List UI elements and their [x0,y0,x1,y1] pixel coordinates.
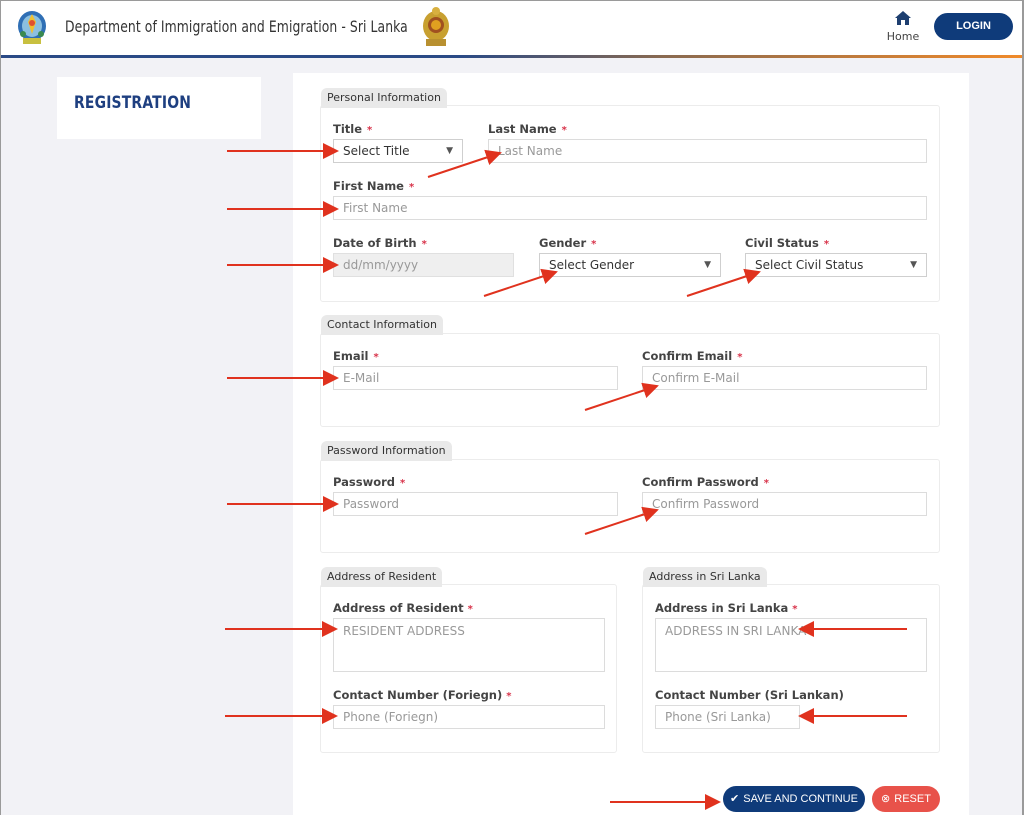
title-select[interactable]: Select Title ▼ [333,139,463,163]
first-name-input[interactable]: First Name [333,196,927,220]
reset-circle-icon: ⊗ [881,793,891,805]
email-label: Email * [333,349,379,363]
header-divider [1,55,1022,58]
chevron-down-icon: ▼ [446,146,453,156]
home-link[interactable]: Home [883,11,923,49]
resident-address-textarea[interactable]: RESIDENT ADDRESS [333,618,605,672]
password-label: Password * [333,475,406,489]
department-logo-icon [18,11,46,44]
home-icon [895,11,911,25]
sri-lanka-address-textarea[interactable]: ADDRESS IN SRI LANKA [655,618,927,672]
chevron-down-icon: ▼ [704,260,711,270]
last-name-label: Last Name * [488,122,567,136]
sri-lanka-phone-label: Contact Number (Sri Lankan) [655,688,844,702]
sidebar-card: REGISTRATION [57,77,261,139]
reset-button[interactable]: ⊗ RESET [872,786,940,812]
dob-label: Date of Birth * [333,236,427,250]
password-information-legend: Password Information [321,441,452,461]
dob-input[interactable]: dd/mm/yyyy [333,253,514,277]
site-title: Department of Immigration and Emigration… [65,17,408,36]
confirm-email-input[interactable]: Confirm E-Mail [642,366,927,390]
address-of-resident-legend: Address of Resident [321,567,443,587]
site-header: Department of Immigration and Emigration… [1,1,1022,55]
foreign-phone-label: Contact Number (Foriegn) * [333,688,512,702]
confirm-password-input[interactable]: Confirm Password [642,492,927,516]
email-input[interactable]: E-Mail [333,366,618,390]
contact-information-legend: Contact Information [321,315,443,335]
confirm-password-label: Confirm Password * [642,475,769,489]
civil-status-label: Civil Status * [745,236,830,250]
last-name-input[interactable]: Last Name [488,139,927,163]
chevron-down-icon: ▼ [910,260,917,270]
civil-status-select[interactable]: Select Civil Status ▼ [745,253,927,277]
password-input[interactable]: Password [333,492,618,516]
gender-label: Gender * [539,236,597,250]
address-in-sri-lanka-legend: Address in Sri Lanka [643,567,767,587]
sri-lanka-emblem-icon [423,7,449,46]
save-and-continue-button[interactable]: ✔ SAVE AND CONTINUE [723,786,865,812]
confirm-email-label: Confirm Email * [642,349,743,363]
sri-lanka-address-label: Address in Sri Lanka * [655,601,798,615]
foreign-phone-input[interactable]: Phone (Foriegn) [333,705,605,729]
login-button[interactable]: LOGIN [934,13,1013,40]
title-label: Title * [333,122,373,136]
personal-information-legend: Personal Information [321,88,447,108]
gender-select[interactable]: Select Gender ▼ [539,253,721,277]
registration-heading: REGISTRATION [74,93,192,113]
resident-address-label: Address of Resident * [333,601,473,615]
sri-lanka-phone-input[interactable]: Phone (Sri Lanka) [655,705,800,729]
home-label: Home [886,30,920,43]
checkmark-icon: ✔ [730,793,740,805]
first-name-label: First Name * [333,179,415,193]
